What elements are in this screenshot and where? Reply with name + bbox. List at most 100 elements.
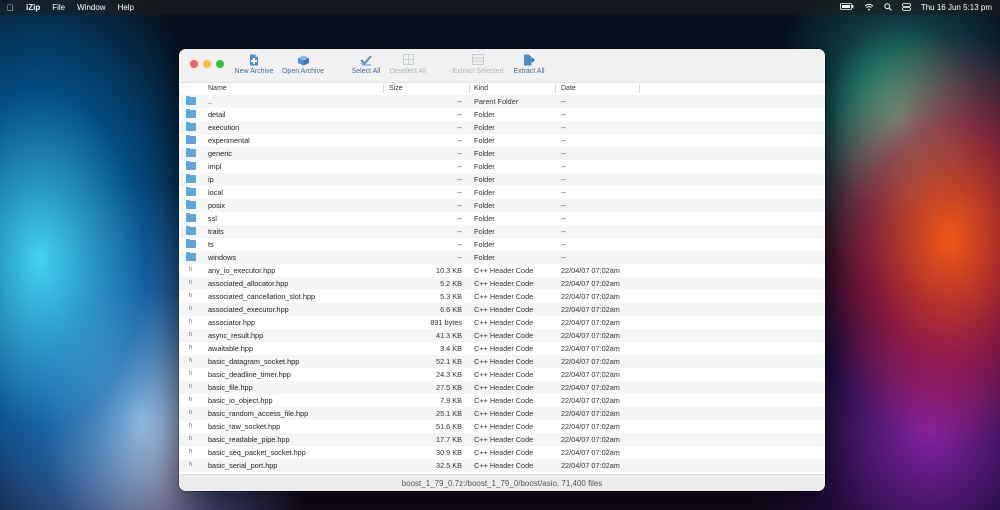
column-divider[interactable] (639, 84, 640, 93)
folder-icon (186, 160, 196, 170)
select-all-button[interactable]: Select All (348, 54, 384, 75)
extract-all-button[interactable]: Extract All (510, 54, 548, 75)
file-size: -- (457, 201, 462, 210)
file-size: 30.9 KB (436, 448, 462, 457)
file-size: 24.3 KB (436, 370, 462, 379)
table-row[interactable]: h async_result.hpp 41.3 KB C++ Header Code 2… (179, 329, 825, 342)
table-row[interactable]: .. -- Parent Folder -- (179, 95, 825, 108)
deselect-all-button[interactable]: Deselect All (386, 54, 430, 75)
file-date: 22/04/07 07:02am (561, 370, 620, 379)
column-divider[interactable] (469, 84, 470, 93)
new-archive-button[interactable]: New Archive (234, 54, 274, 75)
file-size: 17.7 KB (436, 435, 462, 444)
wifi-icon[interactable] (864, 3, 874, 13)
file-date: -- (561, 149, 566, 158)
file-date: -- (561, 123, 566, 132)
file-size: 10.3 KB (436, 266, 462, 275)
column-header-name[interactable]: Name (208, 84, 227, 94)
app-menu[interactable]: iZip (20, 3, 46, 12)
table-row[interactable]: h basic_serial_port.hpp 32.5 KB C++ Header … (179, 459, 825, 472)
file-size: 3.4 KB (440, 344, 462, 353)
file-size: 891 bytes (430, 318, 462, 327)
header-file-icon: h (188, 410, 193, 416)
table-row[interactable]: h basic_datagram_socket.hpp 52.1 KB C++ Hea… (179, 355, 825, 368)
table-row[interactable]: h basic_seq_packet_socket.hpp 30.9 KB C++ H… (179, 446, 825, 459)
file-size: -- (457, 175, 462, 184)
file-kind: Folder (474, 253, 495, 262)
file-name: associator.hpp (208, 318, 256, 327)
table-row[interactable]: experimental -- Folder -- (179, 134, 825, 147)
table-row[interactable]: traits -- Folder -- (179, 225, 825, 238)
apple-menu-icon[interactable]:  (0, 3, 20, 13)
menu-help[interactable]: Help (112, 3, 140, 12)
table-row[interactable]: h basic_deadline_timer.hpp 24.3 KB C++ Head… (179, 368, 825, 381)
table-row[interactable]: impl -- Folder -- (179, 160, 825, 173)
file-size: -- (457, 110, 462, 119)
file-name: ssl (208, 214, 217, 223)
file-kind: C++ Header Code (474, 344, 534, 353)
table-row[interactable]: execution -- Folder -- (179, 121, 825, 134)
deselect-all-label: Deselect All (389, 68, 427, 75)
battery-icon[interactable] (839, 3, 854, 12)
header-file-icon: h (188, 319, 193, 325)
table-row[interactable]: windows -- Folder -- (179, 251, 825, 264)
minimize-window-button[interactable] (203, 60, 211, 68)
table-row[interactable]: h basic_io_object.hpp 7.9 KB C++ Header Cod… (179, 394, 825, 407)
table-row[interactable]: h associated_allocator.hpp 5.2 KB C++ Heade… (179, 277, 825, 290)
header-file-icon: h (188, 462, 193, 468)
control-center-icon[interactable] (901, 2, 911, 13)
file-date: -- (561, 201, 566, 210)
open-archive-button[interactable]: Open Archive (280, 54, 326, 75)
column-header-date[interactable]: Date (561, 84, 576, 94)
extract-selected-button[interactable]: Extract Selected (449, 54, 507, 75)
close-window-button[interactable] (190, 60, 198, 68)
select-all-label: Select All (351, 68, 381, 75)
table-row[interactable]: posix -- Folder -- (179, 199, 825, 212)
file-date: 22/04/07 07:02am (561, 344, 620, 353)
file-kind: C++ Header Code (474, 318, 534, 327)
column-divider[interactable] (383, 84, 384, 93)
zoom-window-button[interactable] (216, 60, 224, 68)
column-header-size[interactable]: Size (389, 84, 403, 94)
file-size: 25.1 KB (436, 409, 462, 418)
table-row[interactable]: local -- Folder -- (179, 186, 825, 199)
spotlight-search-icon[interactable] (884, 2, 892, 13)
file-kind: C++ Header Code (474, 422, 534, 431)
table-row[interactable]: h basic_readable_pipe.hpp 17.7 KB C++ Heade… (179, 433, 825, 446)
table-row[interactable]: h basic_raw_socket.hpp 51.6 KB C++ Header C… (179, 420, 825, 433)
table-row[interactable]: ts -- Folder -- (179, 238, 825, 251)
table-row[interactable]: ssl -- Folder -- (179, 212, 825, 225)
table-row[interactable]: ip -- Folder -- (179, 173, 825, 186)
file-kind: Folder (474, 136, 495, 145)
table-row[interactable]: h associated_executor.hpp 6.6 KB C++ Header… (179, 303, 825, 316)
header-file-icon: h (188, 332, 193, 338)
table-row[interactable]: h awaitable.hpp 3.4 KB C++ Header Code 22/04… (179, 342, 825, 355)
table-row[interactable]: detail -- Folder -- (179, 108, 825, 121)
table-row[interactable]: h associated_cancellation_slot.hpp 5.3 KB C… (179, 290, 825, 303)
file-name: impl (208, 162, 222, 171)
folder-icon (186, 108, 196, 118)
menu-file[interactable]: File (46, 3, 71, 12)
file-date: -- (561, 136, 566, 145)
file-size: 5.3 KB (440, 292, 462, 301)
table-row[interactable]: h basic_random_access_file.hpp 25.1 KB C++ … (179, 407, 825, 420)
table-row[interactable]: h associator.hpp 891 bytes C++ Header Code 2… (179, 316, 825, 329)
menubar-clock[interactable]: Thu 16 Jun 5:13 pm (921, 3, 992, 12)
file-kind: Folder (474, 240, 495, 249)
file-name: awaitable.hpp (208, 344, 254, 353)
column-divider[interactable] (555, 84, 556, 93)
extract-all-label: Extract All (513, 68, 545, 75)
column-header-kind[interactable]: Kind (474, 84, 488, 94)
header-file-icon: h (188, 436, 193, 442)
file-size: -- (457, 253, 462, 262)
file-name: associated_allocator.hpp (208, 279, 289, 288)
folder-icon (186, 95, 196, 105)
table-row[interactable]: generic -- Folder -- (179, 147, 825, 160)
file-list[interactable]: .. -- Parent Folder -- detail -- Folder -- execu… (179, 95, 825, 473)
file-name: basic_raw_socket.hpp (208, 422, 281, 431)
menu-window[interactable]: Window (71, 3, 111, 12)
column-header: Name Size Kind Date (179, 83, 825, 94)
table-row[interactable]: h basic_file.hpp 27.5 KB C++ Header Code 22/… (179, 381, 825, 394)
table-row[interactable]: h any_io_executor.hpp 10.3 KB C++ Header Co… (179, 264, 825, 277)
header-file-icon: h (188, 293, 193, 299)
